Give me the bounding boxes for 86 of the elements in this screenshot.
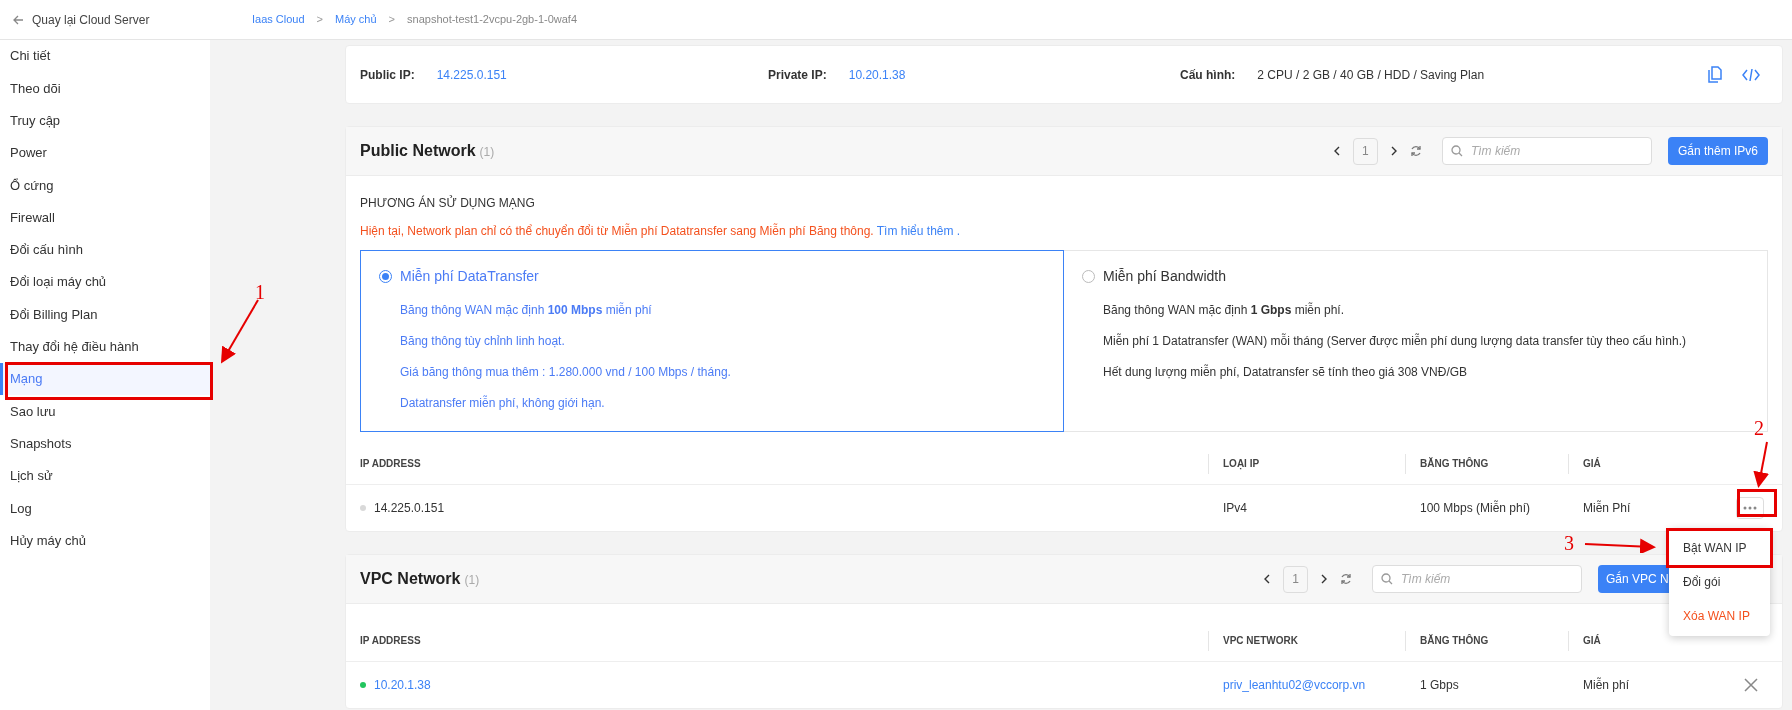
plan-option[interactable]: Miễn phí DataTransfer Băng thông WAN mặc định 100 Mbps miễn phí Băng thông tùy chỉnh linh hoạt. Giá băng thông mua thêm : 1.280.000 vnd / 100 Mbps / tháng. Datatransfer miễn phí, không giới hạn. xyxy=(360,250,1064,432)
field-label: Private IP: xyxy=(768,66,827,84)
column-header: VPC NETWORK xyxy=(1208,630,1405,651)
step-number: 3 xyxy=(1564,533,1574,553)
back-link[interactable]: Quay lại Cloud Server xyxy=(32,10,150,29)
sidebar-item[interactable]: Truy cập xyxy=(0,104,210,137)
breadcrumb-link[interactable]: Iaas Cloud xyxy=(252,11,305,28)
field-value: 2 CPU / 2 GB / 40 GB / HDD / Saving Plan xyxy=(1257,66,1485,84)
step-number: 1 xyxy=(255,282,265,302)
plan-title: Miễn phí DataTransfer xyxy=(400,267,539,286)
more-options-icon xyxy=(1743,506,1757,510)
field-label: Cấu hình: xyxy=(1180,66,1236,84)
refresh-icon[interactable] xyxy=(1340,573,1352,585)
step-number: 2 xyxy=(1754,418,1764,438)
plan-description: Hết dung lượng miễn phí, Datatransfer sẽ tính theo giá 308 VNĐ/GB xyxy=(1103,363,1469,381)
refresh-icon[interactable] xyxy=(1409,145,1422,157)
column-header: BĂNG THÔNG xyxy=(1405,453,1568,474)
column-header: GIÁ xyxy=(1568,453,1768,474)
sidebar-item[interactable]: Theo dõi xyxy=(0,72,210,105)
section-heading: PHƯƠNG ÁN SỬ DỤNG MẠNG xyxy=(360,194,536,212)
highlight-box xyxy=(1737,489,1777,517)
plan-description: Miễn phí 1 Datatransfer (WAN) mỗi tháng (Server được miễn phí dung lượng data transfer tùy theo cấu hình.) xyxy=(1103,332,1687,350)
sidebar-item[interactable]: Đổi loại máy chủ xyxy=(0,266,210,299)
sidebar-item[interactable]: Firewall xyxy=(0,201,210,234)
sidebar-item[interactable]: Hủy máy chủ xyxy=(0,524,210,557)
item-count: (1) xyxy=(479,144,495,161)
copy-icon[interactable] xyxy=(1708,66,1722,83)
breadcrumb-separator: > xyxy=(316,12,324,28)
sidebar-item[interactable]: Snapshots xyxy=(0,427,210,460)
table-cell-text: Miễn Phí xyxy=(1582,499,1632,517)
search-icon xyxy=(1450,145,1463,157)
back-arrow-icon[interactable] xyxy=(12,13,24,26)
sidebar-item[interactable]: Chi tiết xyxy=(0,40,210,73)
sidebar-item[interactable]: Log xyxy=(0,492,210,525)
search-field[interactable]: Tìm kiếm xyxy=(1372,565,1582,593)
ip-address: 14.225.0.151 xyxy=(374,500,445,517)
sidebar-item[interactable]: Đổi cấu hình xyxy=(0,233,210,267)
table-cell-text: IPv4 xyxy=(1222,500,1248,517)
close-icon[interactable] xyxy=(1744,678,1758,692)
arrow xyxy=(1753,441,1770,488)
notice-text: Hiện tại, Network plan chỉ có thể chuyển đổi từ Miễn phí Datatransfer sang Miễn phí Băng thông. xyxy=(360,224,874,238)
sidebar-item[interactable]: Ổ cứng xyxy=(0,169,210,202)
ip-address: 10.20.1.38 xyxy=(374,677,431,694)
plan-description: Giá băng thông mua thêm : 1.280.000 vnd / 100 Mbps / tháng. xyxy=(400,364,732,381)
arrow xyxy=(221,299,259,364)
breadcrumb-link[interactable]: Máy chủ xyxy=(335,11,377,28)
menu-item[interactable]: Đổi gói xyxy=(1669,565,1770,599)
next-page-icon[interactable] xyxy=(1389,146,1398,156)
column-header: LOẠI IP xyxy=(1208,453,1405,474)
column-header: IP ADDRESS xyxy=(360,457,422,471)
code-icon[interactable] xyxy=(1742,67,1760,82)
previous-page-icon[interactable] xyxy=(1263,574,1271,584)
plan-description: Băng thông WAN mặc định 100 Mbps miễn phí xyxy=(400,301,653,319)
table-cell-text: Miễn phí xyxy=(1582,676,1631,694)
arrow xyxy=(1584,538,1656,553)
sidebar-item[interactable]: Thay đổi hệ điều hành xyxy=(0,330,210,363)
sidebar-item[interactable]: Sao lưu xyxy=(0,395,210,428)
next-page-icon[interactable] xyxy=(1320,574,1328,584)
table-cell-text: 100 Mbps (Miễn phí) xyxy=(1419,499,1532,517)
menu-item[interactable]: Xóa WAN IP xyxy=(1669,599,1770,633)
previous-page-icon[interactable] xyxy=(1332,146,1341,156)
breadcrumb-separator: > xyxy=(388,12,396,28)
section-title: Public Network xyxy=(360,141,476,161)
sidebar-item[interactable]: Đổi Billing Plan xyxy=(0,298,210,331)
column-header: IP ADDRESS xyxy=(360,634,422,648)
plan-description: Datatransfer miễn phí, không giới hạn. xyxy=(400,394,606,412)
plan-title: Miễn phí Bandwidth xyxy=(1103,267,1226,286)
search-icon xyxy=(1381,573,1393,585)
sidebar-item[interactable]: Lịch sử xyxy=(0,459,210,493)
search-field[interactable]: Tìm kiếm xyxy=(1441,137,1652,165)
column-header: BĂNG THÔNG xyxy=(1405,630,1568,651)
sidebar-item[interactable]: Power xyxy=(0,136,210,170)
plan-description: Băng thông tùy chỉnh linh hoạt. xyxy=(400,333,566,350)
add-button[interactable]: Gắn thêm IPv6 xyxy=(1667,137,1768,165)
more-options-button[interactable] xyxy=(1736,497,1764,519)
table-cell-text: priv_leanhtu02@vccorp.vn xyxy=(1222,677,1367,694)
field-value: 10.20.1.38 xyxy=(848,66,906,84)
field-label: Public IP: xyxy=(360,66,415,84)
item-count: (1) xyxy=(464,572,480,589)
plan-description: Băng thông WAN mặc định 1 Gbps miễn phí. xyxy=(1103,301,1346,319)
menu-item[interactable]: Bật WAN IP xyxy=(1669,531,1770,565)
section-title: VPC Network xyxy=(360,569,461,589)
field-value: 14.225.0.151 xyxy=(436,66,507,84)
breadcrumb-current: snapshot-test1-2vcpu-2gb-1-0waf4 xyxy=(407,12,578,28)
table-cell-text: 1 Gbps xyxy=(1419,677,1460,694)
learn-more-link[interactable]: Tìm hiểu thêm . xyxy=(876,224,961,238)
